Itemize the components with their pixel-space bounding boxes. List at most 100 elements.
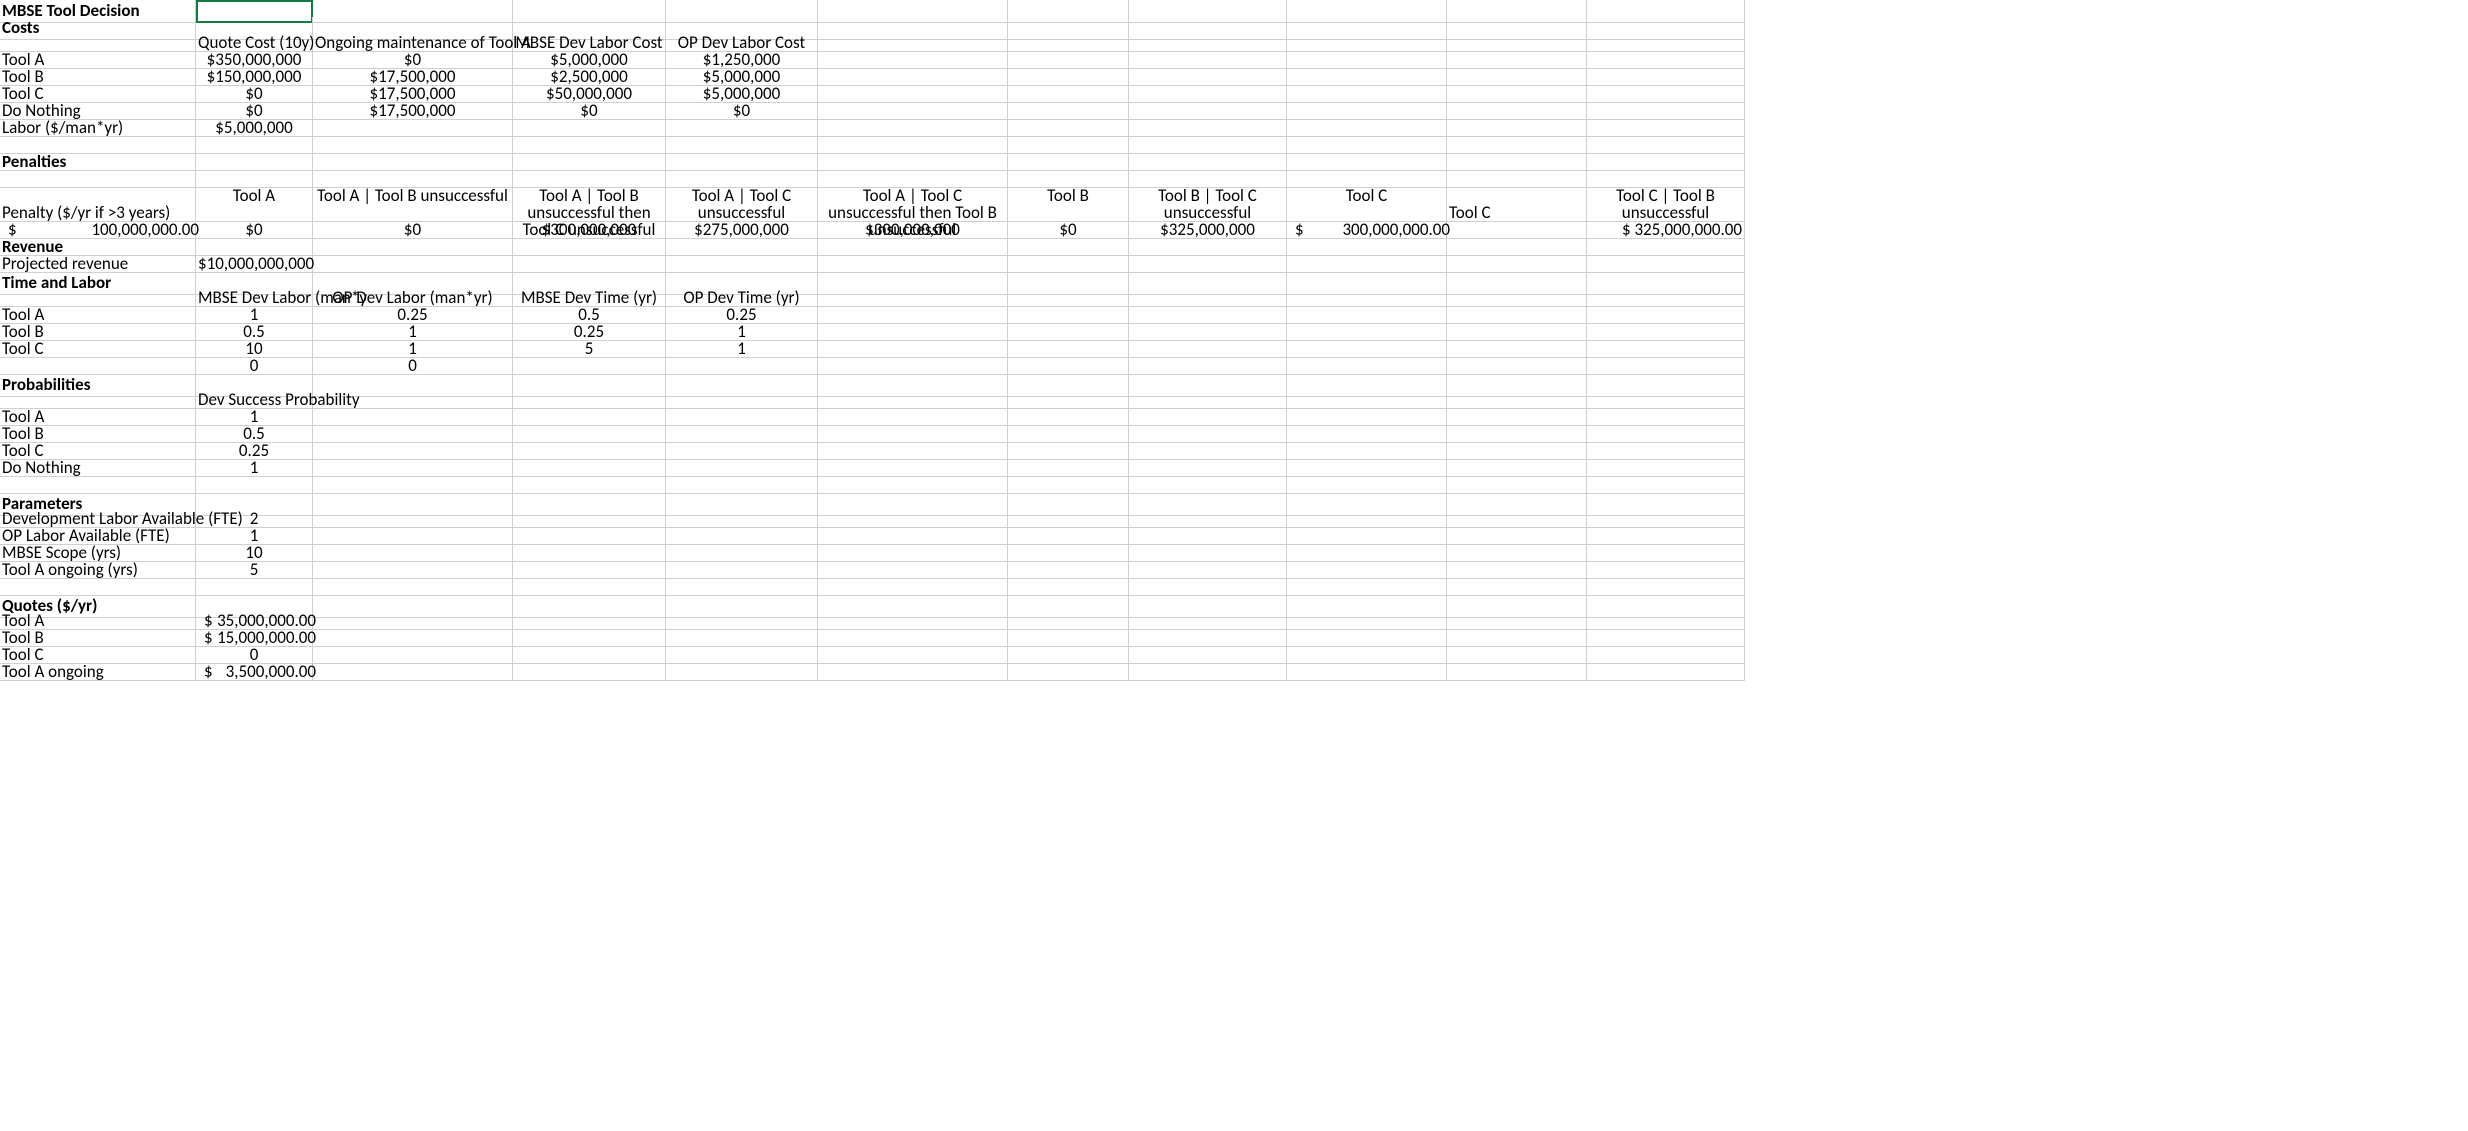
cell[interactable] bbox=[666, 629, 818, 647]
cell[interactable] bbox=[1587, 289, 1745, 307]
cell[interactable] bbox=[1287, 629, 1447, 647]
cell[interactable] bbox=[666, 153, 818, 171]
data-cell[interactable] bbox=[513, 119, 666, 137]
cell[interactable] bbox=[1587, 68, 1745, 86]
cell[interactable] bbox=[1129, 51, 1287, 69]
cell[interactable] bbox=[1587, 442, 1745, 460]
cell[interactable] bbox=[1447, 34, 1587, 52]
cell[interactable] bbox=[1287, 51, 1447, 69]
cell[interactable] bbox=[513, 476, 666, 494]
cell[interactable] bbox=[666, 459, 818, 477]
cell[interactable] bbox=[1129, 323, 1287, 341]
cell[interactable] bbox=[1129, 357, 1287, 375]
cell[interactable] bbox=[1447, 527, 1587, 545]
cell[interactable] bbox=[1587, 136, 1745, 154]
cell[interactable] bbox=[1008, 612, 1129, 630]
cell[interactable] bbox=[513, 612, 666, 630]
cell[interactable] bbox=[1008, 663, 1129, 681]
cell[interactable] bbox=[1008, 629, 1129, 647]
cell[interactable] bbox=[1587, 476, 1745, 494]
cell[interactable] bbox=[666, 136, 818, 154]
cell[interactable] bbox=[513, 527, 666, 545]
data-cell[interactable]: $3,500,000.00 bbox=[196, 663, 313, 681]
cell[interactable] bbox=[1587, 578, 1745, 596]
cell[interactable] bbox=[196, 136, 313, 154]
cell[interactable] bbox=[1587, 34, 1745, 52]
cell[interactable] bbox=[1008, 561, 1129, 579]
cell[interactable] bbox=[1129, 476, 1287, 494]
cell[interactable] bbox=[1287, 85, 1447, 103]
cell[interactable] bbox=[1008, 136, 1129, 154]
cell[interactable] bbox=[818, 578, 1008, 596]
cell[interactable] bbox=[1287, 102, 1447, 120]
cell[interactable] bbox=[1587, 646, 1745, 664]
cell[interactable] bbox=[1587, 459, 1745, 477]
cell[interactable] bbox=[1008, 34, 1129, 52]
cell[interactable] bbox=[1287, 255, 1447, 273]
cell[interactable] bbox=[1447, 85, 1587, 103]
cell[interactable] bbox=[1287, 340, 1447, 358]
cell[interactable] bbox=[1587, 357, 1745, 375]
cell[interactable] bbox=[818, 340, 1008, 358]
data-cell[interactable]: $0 bbox=[666, 102, 818, 120]
data-cell[interactable]: $0 bbox=[313, 221, 513, 239]
cell[interactable] bbox=[818, 646, 1008, 664]
cell[interactable] bbox=[1587, 629, 1745, 647]
data-cell[interactable]: $10,000,000,000 bbox=[196, 255, 313, 273]
cell[interactable] bbox=[313, 612, 513, 630]
data-cell[interactable]: $17,500,000 bbox=[313, 102, 513, 120]
cell[interactable] bbox=[1587, 391, 1745, 409]
cell[interactable] bbox=[313, 255, 513, 273]
cell[interactable] bbox=[1008, 289, 1129, 307]
penalty-col-header[interactable]: Tool A | Tool C unsuccessful bbox=[666, 187, 818, 222]
row-label[interactable]: Labor ($/man*yr) bbox=[0, 119, 196, 137]
cell[interactable] bbox=[666, 476, 818, 494]
cell[interactable] bbox=[1008, 306, 1129, 324]
data-cell[interactable]: $0 bbox=[1008, 221, 1129, 239]
cell[interactable] bbox=[666, 391, 818, 409]
cell[interactable] bbox=[1587, 425, 1745, 443]
cell[interactable] bbox=[513, 544, 666, 562]
cell[interactable] bbox=[1447, 323, 1587, 341]
penalty-col-header[interactable]: Tool A | Tool C unsuccessful then Tool B… bbox=[818, 187, 1008, 222]
cell[interactable] bbox=[313, 136, 513, 154]
cell[interactable] bbox=[1129, 119, 1287, 137]
cell[interactable] bbox=[666, 510, 818, 528]
cell[interactable] bbox=[1447, 289, 1587, 307]
cell[interactable] bbox=[1447, 544, 1587, 562]
cell[interactable] bbox=[1287, 408, 1447, 426]
cell[interactable] bbox=[1008, 527, 1129, 545]
cell[interactable] bbox=[313, 663, 513, 681]
cell[interactable] bbox=[513, 629, 666, 647]
cell[interactable] bbox=[1008, 102, 1129, 120]
cell[interactable] bbox=[666, 527, 818, 545]
data-cell[interactable]: $275,000,000 bbox=[666, 221, 818, 239]
cell[interactable] bbox=[1587, 85, 1745, 103]
cell[interactable] bbox=[196, 476, 313, 494]
cell[interactable] bbox=[1129, 289, 1287, 307]
cell[interactable] bbox=[196, 578, 313, 596]
cell[interactable] bbox=[818, 238, 1008, 256]
cell[interactable] bbox=[1587, 323, 1745, 341]
cell[interactable] bbox=[818, 391, 1008, 409]
cell[interactable] bbox=[1287, 68, 1447, 86]
cell[interactable] bbox=[1447, 510, 1587, 528]
cell[interactable] bbox=[1287, 578, 1447, 596]
cell[interactable] bbox=[818, 425, 1008, 443]
data-cell[interactable]: 0 bbox=[196, 357, 313, 375]
cell[interactable] bbox=[313, 646, 513, 664]
cell[interactable] bbox=[666, 578, 818, 596]
cell[interactable] bbox=[1129, 425, 1287, 443]
penalty-col-header[interactable]: Tool A | Tool B unsuccessful bbox=[313, 187, 513, 222]
cell[interactable] bbox=[1008, 510, 1129, 528]
cell[interactable] bbox=[1008, 51, 1129, 69]
cell[interactable] bbox=[666, 663, 818, 681]
data-cell[interactable]: 1 bbox=[196, 459, 313, 477]
cell[interactable] bbox=[0, 476, 196, 494]
cell[interactable] bbox=[666, 238, 818, 256]
cell[interactable] bbox=[1587, 510, 1745, 528]
cell[interactable] bbox=[313, 561, 513, 579]
spreadsheet[interactable]: MBSE Tool DecisionCostsQuote Cost (10y)O… bbox=[0, 0, 2468, 680]
cell[interactable] bbox=[1587, 408, 1745, 426]
data-cell[interactable]: 0 bbox=[313, 357, 513, 375]
